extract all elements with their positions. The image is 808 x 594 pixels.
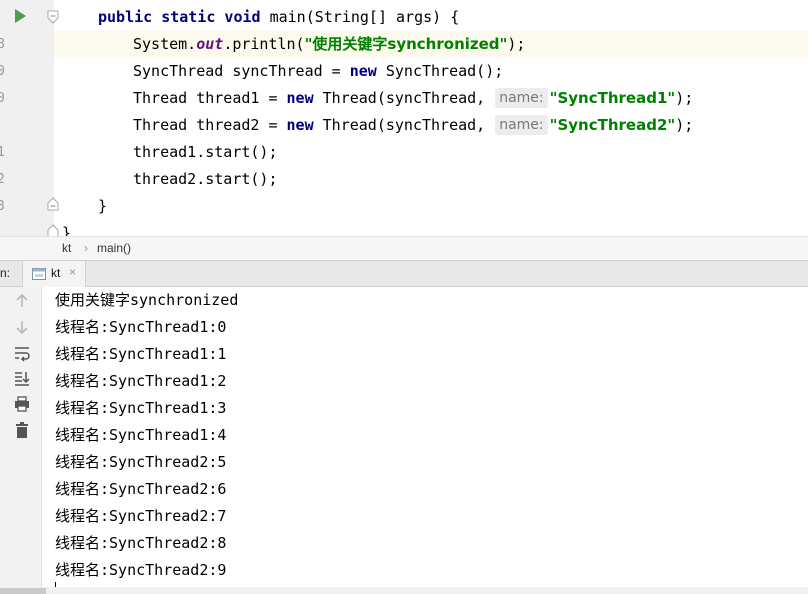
trash-icon[interactable] — [13, 421, 31, 439]
line-number: 3 — [0, 199, 5, 214]
fold-close-icon[interactable] — [46, 224, 60, 236]
line-number: 1 — [0, 145, 5, 160]
console-line: 线程名:SyncThread2:6 — [55, 480, 227, 498]
console-output[interactable]: 使用关键字synchronized 线程名:SyncThread1:0 线程名:… — [0, 287, 808, 594]
string-literal: "使用关键字synchronized" — [304, 35, 508, 53]
console-line: 线程名:SyncThread1:0 — [55, 318, 227, 336]
down-arrow-icon[interactable] — [13, 318, 31, 336]
fold-close-icon[interactable] — [46, 197, 60, 211]
console-line: 线程名:SyncThread2:9 — [55, 561, 227, 579]
print-icon[interactable] — [13, 395, 31, 413]
string-literal: "SyncThread1" — [549, 89, 676, 107]
keyword: new — [286, 89, 314, 107]
code-text: System. — [133, 35, 197, 53]
code-line-close-method: } — [98, 197, 108, 215]
run-panel-label: n: — [0, 266, 11, 280]
line-number: 2 — [0, 172, 5, 187]
scroll-to-end-icon[interactable] — [13, 369, 31, 387]
code-line-close-class: } — [62, 224, 72, 236]
keyword: new — [286, 116, 314, 134]
code-text: SyncThread(); — [376, 62, 504, 80]
code-text: Thread(syncThread, — [313, 89, 486, 107]
code-text: ); — [675, 89, 694, 107]
static-field: out — [196, 35, 224, 53]
code-text: Thread thread1 = — [133, 89, 287, 107]
run-tab-label: kt — [51, 266, 61, 280]
code-line-start2: thread2.start(); — [133, 170, 278, 188]
breadcrumb-item-class[interactable]: kt — [62, 241, 71, 255]
fold-open-icon[interactable] — [46, 10, 60, 24]
soft-wrap-icon[interactable] — [13, 344, 31, 362]
code-text: .println( — [223, 35, 305, 53]
console-line: 线程名:SyncThread2:8 — [55, 534, 227, 552]
parameter-hint: name: — [495, 115, 548, 135]
console-line: 线程名:SyncThread1:4 — [55, 426, 227, 444]
console-line: 线程名:SyncThread2:7 — [55, 507, 227, 525]
scrollbar-thumb[interactable] — [0, 588, 46, 594]
code-line-thread1: Thread thread1 = new Thread(syncThread, n… — [54, 85, 808, 112]
breadcrumb-separator: › — [84, 241, 88, 255]
code-text: SyncThread syncThread = — [133, 62, 350, 80]
line-number: 8 — [0, 37, 5, 52]
line-number: 0 — [0, 91, 5, 106]
up-arrow-icon[interactable] — [13, 292, 31, 310]
code-editor[interactable]: 8 0 0 1 2 3 public static void main(Stri… — [0, 0, 808, 236]
breadcrumb: kt › main() — [0, 236, 808, 260]
console-line: 线程名:SyncThread1:2 — [55, 372, 227, 390]
run-tab-kt[interactable]: kt × — [22, 261, 86, 287]
string-literal: "SyncThread2" — [549, 116, 676, 134]
code-text: ); — [675, 116, 694, 134]
console-line: 线程名:SyncThread1:1 — [55, 345, 227, 363]
run-tool-window-header: n: kt × — [0, 260, 808, 287]
line-number: 0 — [0, 64, 5, 79]
parameter-hint: name: — [495, 88, 548, 108]
close-icon[interactable]: × — [69, 265, 76, 279]
console-window-icon — [32, 268, 46, 280]
horizontal-scrollbar[interactable] — [0, 587, 808, 594]
run-gutter-icon[interactable] — [15, 9, 26, 23]
code-text: Thread thread2 = — [133, 116, 287, 134]
keyword: new — [349, 62, 377, 80]
console-line: 线程名:SyncThread1:3 — [55, 399, 227, 417]
code-text: ); — [507, 35, 526, 53]
code-line-main-signature: public static void main(String[] args) { — [54, 4, 808, 31]
breadcrumb-item-method[interactable]: main() — [97, 241, 131, 255]
code-line-sync-thread: SyncThread syncThread = new SyncThread()… — [54, 58, 808, 85]
code-text: main(String[] args) { — [260, 8, 460, 26]
code-line-thread2: Thread thread2 = new Thread(syncThread, n… — [54, 112, 808, 139]
console-line: 线程名:SyncThread2:5 — [55, 453, 227, 471]
console-line: 使用关键字synchronized — [55, 291, 239, 309]
line-number-gutter: 8 0 0 1 2 3 — [0, 0, 42, 236]
code-line-println: System.out.println("使用关键字synchronized"); — [54, 31, 808, 58]
keyword: public static void — [98, 8, 261, 26]
console-toolbar — [0, 287, 42, 594]
code-text: Thread(syncThread, — [313, 116, 486, 134]
code-line-start1: thread1.start(); — [133, 143, 278, 161]
